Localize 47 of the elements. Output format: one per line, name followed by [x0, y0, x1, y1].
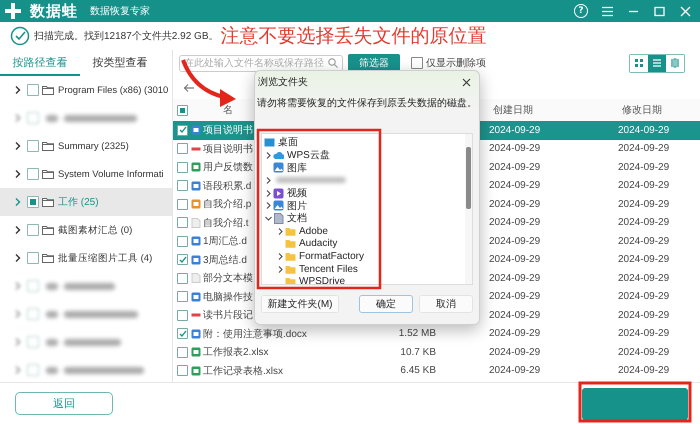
annotation-note: 注意不要选择丢失文件的原位置 — [220, 26, 486, 46]
modified-date: 2024-09-29 — [618, 162, 670, 173]
modified-date: 2024-09-29 — [618, 272, 670, 284]
modified-date: 2024-09-29 — [618, 254, 670, 266]
dialog-title: 浏览文件夹 — [258, 76, 308, 89]
column-header: 创建日期 — [493, 104, 533, 117]
app-subtitle: 数据恢复专家 — [90, 4, 150, 18]
checkbox-label: 仅显示删除项 — [426, 57, 486, 70]
file-size: 6.45 KB — [400, 365, 436, 376]
folder-label: 截图素材汇总 (0) — [58, 224, 132, 236]
modified-date: 2024-09-29 — [618, 310, 670, 321]
column-header: 修改日期 — [622, 104, 662, 117]
folder-label: Summary (2325) — [58, 140, 129, 152]
modified-date: 2024-09-29 — [618, 365, 670, 376]
created-date: 2024-09-29 — [489, 162, 540, 173]
modified-date: 2024-09-29 — [618, 291, 670, 302]
column-header: 名 — [223, 104, 233, 117]
modified-date: 2024-09-29 — [618, 328, 670, 340]
created-date: 2024-09-29 — [489, 180, 540, 192]
created-date: 2024-09-29 — [489, 143, 540, 154]
file-size: 1.52 MB — [398, 328, 436, 340]
modified-date: 2024-09-29 — [618, 143, 670, 154]
scan-status: 扫描完成。找到12187个文件共2.92 GB。 — [34, 30, 218, 43]
created-date: 2024-09-29 — [489, 236, 540, 247]
modified-date: 2024-09-29 — [618, 180, 670, 192]
created-date: 2024-09-29 — [489, 365, 540, 376]
created-date: 2024-09-29 — [489, 328, 540, 340]
folder-label: 工作 (25) — [58, 196, 99, 209]
folder-label: Program Files (x86) (3010 — [58, 84, 168, 96]
modified-date: 2024-09-29 — [618, 346, 670, 358]
folder-label: System Volume Informati — [58, 168, 164, 180]
modified-date: 2024-09-29 — [618, 236, 670, 247]
created-date: 2024-09-29 — [489, 198, 540, 210]
created-date: 2024-09-29 — [489, 124, 540, 136]
file-size: 10.7 KB — [400, 346, 436, 358]
created-date: 2024-09-29 — [489, 272, 540, 284]
folder-label: 批量压缩图片工具 (4) — [58, 252, 152, 264]
created-date: 2024-09-29 — [489, 217, 540, 228]
app-logo: 数据蛙 — [30, 2, 78, 20]
created-date: 2024-09-29 — [489, 310, 540, 321]
modified-date: 2024-09-29 — [618, 198, 670, 210]
created-date: 2024-09-29 — [489, 346, 540, 358]
created-date: 2024-09-29 — [489, 291, 540, 302]
modified-date: 2024-09-29 — [618, 217, 670, 228]
dialog-message: 请勿将需要恢复的文件保存到原丢失数据的磁盘。 — [256, 98, 478, 110]
modified-date: 2024-09-29 — [618, 124, 670, 136]
created-date: 2024-09-29 — [489, 254, 540, 266]
